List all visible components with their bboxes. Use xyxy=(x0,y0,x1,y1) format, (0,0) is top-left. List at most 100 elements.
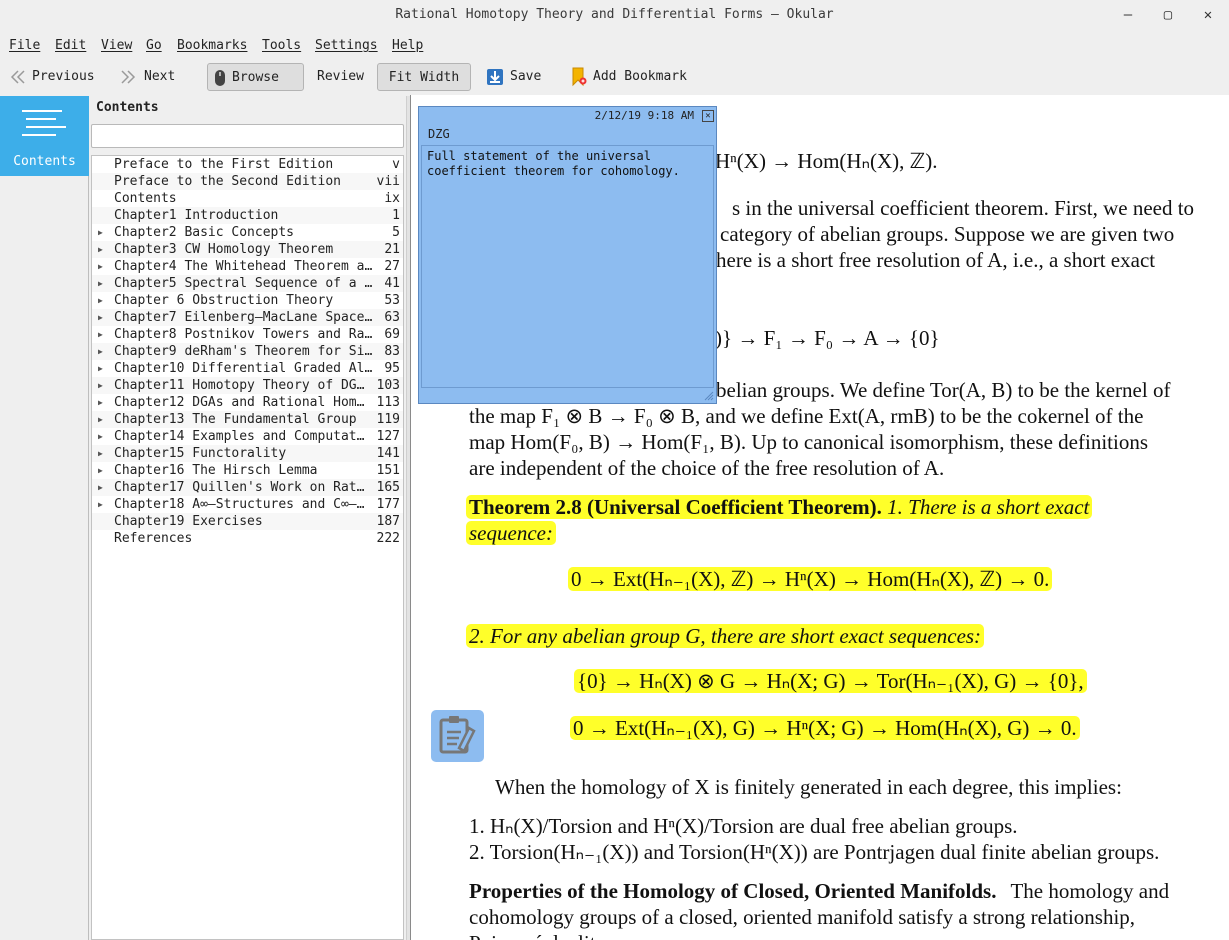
expand-arrow-icon[interactable]: ▶ xyxy=(98,258,103,275)
expand-arrow-icon[interactable]: ▶ xyxy=(98,360,103,377)
doc-equation: {0} → Hₙ(X) ⊗ G → Hₙ(X; G) → Tor(Hₙ₋₁(X)… xyxy=(574,669,1087,693)
toc-item-page: vii xyxy=(376,174,400,189)
toc-item-page: 21 xyxy=(384,242,400,257)
previous-button[interactable]: Previous xyxy=(2,63,101,91)
toc-item[interactable]: ▶ Chapter16 The Hirsch Lemma 151 xyxy=(92,462,403,479)
toc-item-page: 119 xyxy=(376,412,400,427)
doc-line: map Hom(F₀, B) → Hom(F₁, B). Up to canon… xyxy=(469,430,1148,454)
doc-line: The homology and xyxy=(1010,879,1170,903)
annotation-text-field[interactable]: Full statement of the universal coeffici… xyxy=(421,145,714,388)
note-icon xyxy=(439,716,476,754)
expand-arrow-icon[interactable]: ▶ xyxy=(98,496,103,513)
expand-arrow-icon[interactable]: ▶ xyxy=(98,445,103,462)
menu-edit[interactable]: Edit xyxy=(55,38,86,53)
main-toolbar: Previous Next Browse Review Fit Width Sa… xyxy=(0,62,1229,94)
doc-line: Hⁿ(X) → Hom(Hₙ(X), ℤ). xyxy=(715,149,938,173)
expand-arrow-icon[interactable]: ▶ xyxy=(98,394,103,411)
toc-item[interactable]: Chapter1 Introduction 1 xyxy=(92,207,403,224)
toc-item[interactable]: ▶ Chapter10 Differential Graded Al… 95 xyxy=(92,360,403,377)
expand-arrow-icon[interactable]: ▶ xyxy=(98,428,103,445)
toc-item[interactable]: ▶ Chapter13 The Fundamental Group 119 xyxy=(92,411,403,428)
toc-item-label: Preface to the Second Edition xyxy=(114,174,341,189)
doc-equation: 0 → Ext(Hₙ₋₁(X), G) → Hⁿ(X; G) → Hom(Hₙ(… xyxy=(570,716,1080,740)
expand-arrow-icon[interactable]: ▶ xyxy=(98,411,103,428)
toc-item-page: 177 xyxy=(376,497,400,512)
annotation-close-button[interactable]: ✕ xyxy=(702,110,714,122)
toc-item-page: ix xyxy=(384,191,400,206)
toc-item[interactable]: Chapter19 Exercises 187 xyxy=(92,513,403,530)
menu-help[interactable]: Help xyxy=(392,38,423,53)
toc-item[interactable]: ▶ Chapter4 The Whitehead Theorem a… 27 xyxy=(92,258,403,275)
toc-item[interactable]: ▶ Chapter 6 Obstruction Theory 53 xyxy=(92,292,403,309)
toc-item-page: v xyxy=(392,157,400,172)
add-bookmark-button[interactable]: Add Bookmark xyxy=(565,63,693,91)
toc-item[interactable]: ▶ Chapter17 Quillen's Work on Rat… 165 xyxy=(92,479,403,496)
toc-item[interactable]: References 222 xyxy=(92,530,403,547)
toc-item[interactable]: ▶ Chapter5 Spectral Sequence of a … 41 xyxy=(92,275,403,292)
sidebar-strip: Contents xyxy=(0,96,89,940)
toc-item[interactable]: ▶ Chapter2 Basic Concepts 5 xyxy=(92,224,403,241)
doc-line: are independent of the choice of the fre… xyxy=(469,456,945,480)
expand-arrow-icon[interactable]: ▶ xyxy=(98,377,103,394)
expand-arrow-icon[interactable]: ▶ xyxy=(98,224,103,241)
expand-arrow-icon[interactable]: ▶ xyxy=(98,343,103,360)
next-button[interactable]: Next xyxy=(114,63,181,91)
expand-arrow-icon[interactable]: ▶ xyxy=(98,292,103,309)
expand-arrow-icon[interactable]: ▶ xyxy=(98,326,103,343)
toc-item[interactable]: ▶ Chapter18 A∞–Structures and C∞–… 177 xyxy=(92,496,403,513)
toc-item[interactable]: Preface to the First Edition v xyxy=(92,156,403,173)
toc-item[interactable]: ▶ Chapter8 Postnikov Towers and Ra… 69 xyxy=(92,326,403,343)
toc-item-label: Chapter 6 Obstruction Theory xyxy=(114,293,334,308)
maximize-button[interactable]: ▢ xyxy=(1157,5,1179,25)
menu-tools[interactable]: Tools xyxy=(262,38,301,53)
toc-item[interactable]: Preface to the Second Edition vii xyxy=(92,173,403,190)
expand-arrow-icon[interactable]: ▶ xyxy=(98,479,103,496)
menu-bar: File Edit View Go Bookmarks Tools Settin… xyxy=(0,36,1229,58)
expand-arrow-icon[interactable]: ▶ xyxy=(98,275,103,292)
menu-settings[interactable]: Settings xyxy=(315,38,378,53)
toc-item-page: 127 xyxy=(376,429,400,444)
menu-file[interactable]: File xyxy=(9,38,40,53)
menu-bookmarks[interactable]: Bookmarks xyxy=(177,38,247,53)
minimize-icon: — xyxy=(1123,7,1133,23)
save-button[interactable]: Save xyxy=(480,63,547,91)
toc-item-label: Chapter3 CW Homology Theorem xyxy=(114,242,334,257)
previous-icon xyxy=(10,69,25,84)
fit-width-button[interactable]: Fit Width xyxy=(377,63,471,91)
toc-item[interactable]: ▶ Chapter3 CW Homology Theorem 21 xyxy=(92,241,403,258)
next-icon xyxy=(121,69,136,84)
expand-arrow-icon[interactable]: ▶ xyxy=(98,241,103,258)
theorem-text: sequence: xyxy=(466,521,556,545)
doc-line: category of abelian groups. Suppose we a… xyxy=(720,222,1175,246)
toc-search-input[interactable] xyxy=(91,124,404,148)
expand-arrow-icon[interactable]: ▶ xyxy=(98,309,103,326)
window-title: Rational Homotopy Theory and Differentia… xyxy=(395,7,834,22)
toc-item-label: Chapter14 Examples and Computat… xyxy=(114,429,365,444)
toc-item-label: Chapter17 Quillen's Work on Rat… xyxy=(114,480,365,495)
toc-item[interactable]: ▶ Chapter12 DGAs and Rational Hom… 113 xyxy=(92,394,403,411)
minimize-button[interactable]: — xyxy=(1117,5,1139,25)
contents-tab-label: Contents xyxy=(13,154,76,169)
toc-item[interactable]: ▶ Chapter14 Examples and Computat… 127 xyxy=(92,428,403,445)
doc-line: cohomology groups of a closed, oriented … xyxy=(469,905,1136,929)
toc-item-page: 95 xyxy=(384,361,400,376)
browse-tool-button[interactable]: Browse xyxy=(207,63,304,91)
sidebar-item-contents[interactable]: Contents xyxy=(0,96,89,176)
toc-item[interactable]: Contents ix xyxy=(92,190,403,207)
toc-item[interactable]: ▶ Chapter11 Homotopy Theory of DG… 103 xyxy=(92,377,403,394)
toc-item-page: 5 xyxy=(392,225,400,240)
expand-arrow-icon[interactable]: ▶ xyxy=(98,462,103,479)
toc-item-label: Chapter18 A∞–Structures and C∞–… xyxy=(114,497,365,512)
review-button[interactable]: Review xyxy=(311,63,370,91)
toc-item[interactable]: ▶ Chapter7 Eilenberg–MacLane Space… 63 xyxy=(92,309,403,326)
toc-item[interactable]: ▶ Chapter9 deRham's Theorem for Si… 83 xyxy=(92,343,403,360)
annotation-popup[interactable]: 2/12/19 9:18 AM ✕ DZG Full statement of … xyxy=(418,106,717,404)
toc-item-page: 53 xyxy=(384,293,400,308)
menu-view[interactable]: View xyxy=(101,38,132,53)
menu-go[interactable]: Go xyxy=(146,38,162,53)
contents-icon xyxy=(22,110,66,136)
toc-item[interactable]: ▶ Chapter15 Functorality 141 xyxy=(92,445,403,462)
resize-grip-icon[interactable] xyxy=(704,391,714,401)
note-annotation-marker[interactable] xyxy=(431,710,484,762)
close-button[interactable]: ✕ xyxy=(1197,5,1219,25)
